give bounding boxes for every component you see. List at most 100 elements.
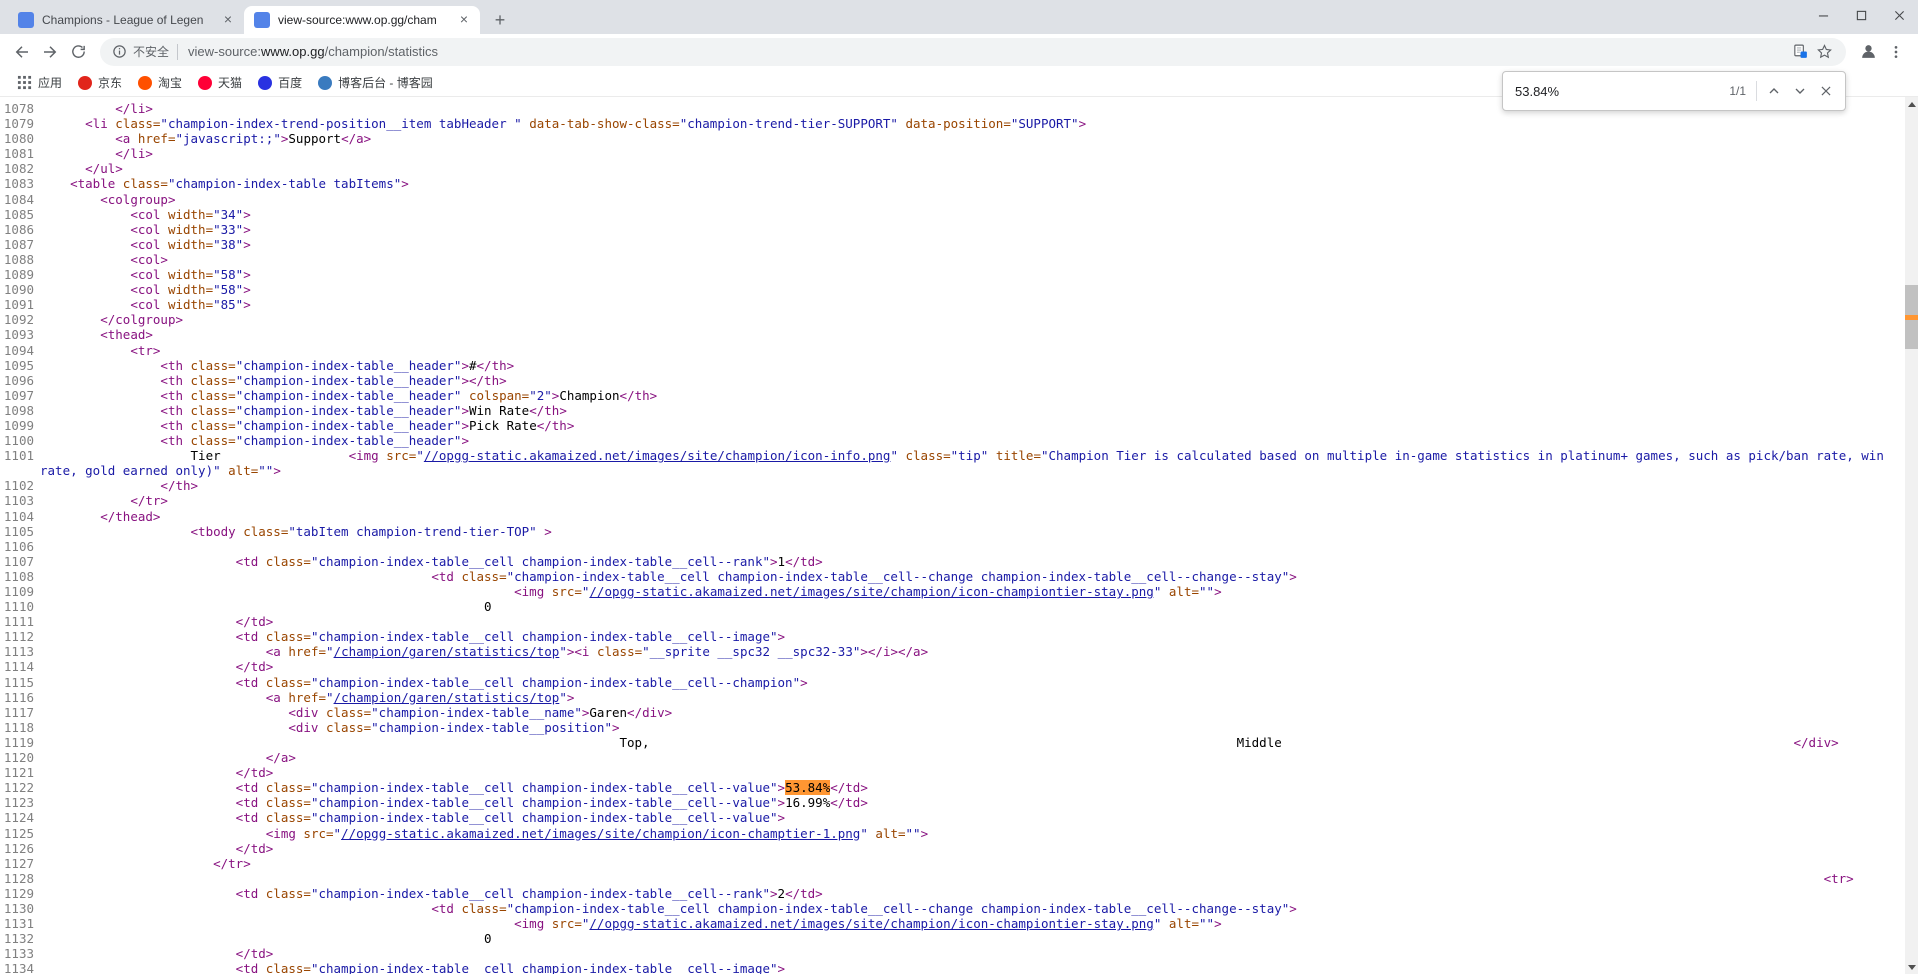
source-token: <td xyxy=(236,886,259,901)
source-line: 1128 xyxy=(0,871,1905,886)
tab-close-icon[interactable]: × xyxy=(456,12,472,28)
bookmark-item[interactable]: 天猫 xyxy=(191,71,249,95)
source-token xyxy=(258,810,266,825)
reload-button[interactable] xyxy=(64,38,92,66)
forward-button[interactable] xyxy=(36,38,64,66)
find-match-count: 1/1 xyxy=(1729,84,1746,98)
line-number: 1106 xyxy=(0,539,40,554)
line-content: <td class="champion-index-table__cell ch… xyxy=(40,961,1905,974)
line-number: 1127 xyxy=(0,856,40,871)
line-content: Tier <img src="//opgg-static.akamaized.n… xyxy=(40,448,1905,478)
source-token: "champion-index-table__cell champion-ind… xyxy=(311,961,778,974)
source-token xyxy=(183,358,191,373)
source-whitespace xyxy=(40,810,236,825)
minimize-button[interactable] xyxy=(1804,0,1842,30)
source-token: <col xyxy=(130,282,160,297)
source-token: </th> xyxy=(477,358,515,373)
source-code: 1078 </li>1079 <li class="champion-index… xyxy=(0,97,1905,974)
source-whitespace xyxy=(40,886,236,901)
source-token: class= xyxy=(266,795,311,810)
line-content: <td class="champion-index-table__cell ch… xyxy=(40,675,1905,690)
source-token: Support xyxy=(288,131,341,146)
source-token xyxy=(544,916,552,931)
source-token: "champion-index-table__cell champion-ind… xyxy=(311,795,778,810)
tab-close-icon[interactable]: × xyxy=(220,12,236,28)
source-token: Tier xyxy=(191,448,221,463)
source-whitespace xyxy=(40,705,288,720)
tab-view-source[interactable]: view-source:www.op.gg/cham × xyxy=(244,6,480,34)
source-whitespace xyxy=(40,358,160,373)
source-token: class= xyxy=(266,886,311,901)
source-whitespace xyxy=(40,659,236,674)
source-token: class= xyxy=(326,705,371,720)
source-whitespace xyxy=(40,101,115,116)
source-token: <td xyxy=(431,901,454,916)
source-whitespace xyxy=(40,569,431,584)
source-token: <td xyxy=(431,569,454,584)
bookmark-item[interactable]: 百度 xyxy=(251,71,309,95)
info-icon[interactable] xyxy=(112,44,127,59)
source-line: 1113 <a href="/champion/garen/statistics… xyxy=(0,644,1905,659)
url-text[interactable]: view-source:www.op.gg/champion/statistic… xyxy=(188,44,438,59)
address-bar[interactable]: 不安全 view-source:www.op.gg/champion/stati… xyxy=(100,38,1846,66)
source-link[interactable]: //opgg-static.akamaized.net/images/site/… xyxy=(589,916,1153,931)
source-token: class= xyxy=(461,569,506,584)
line-number: 1130 xyxy=(0,901,40,916)
maximize-button[interactable] xyxy=(1842,0,1880,30)
apps-shortcut[interactable]: 应用 xyxy=(10,71,69,95)
new-tab-button[interactable]: + xyxy=(486,6,514,34)
page-content: 1078 </li>1079 <li class="champion-index… xyxy=(0,97,1918,974)
profile-avatar-icon[interactable] xyxy=(1854,38,1882,66)
bookmark-item[interactable]: 淘宝 xyxy=(131,71,189,95)
find-query-input[interactable]: 53.84% xyxy=(1515,84,1721,99)
source-token: "champion-index-table__cell champion-ind… xyxy=(311,629,778,644)
line-content: <th class="champion-index-table__header"… xyxy=(40,358,1905,373)
bookmark-star-icon[interactable] xyxy=(1812,40,1836,64)
translate-icon[interactable] xyxy=(1788,40,1812,64)
source-token: > xyxy=(778,961,786,974)
close-window-button[interactable] xyxy=(1880,0,1918,30)
scrollbar[interactable] xyxy=(1905,97,1918,974)
line-number: 1096 xyxy=(0,373,40,388)
source-token: width= xyxy=(168,297,213,312)
source-token: colspan= xyxy=(469,388,529,403)
url-path: /champion/statistics xyxy=(325,44,438,59)
source-link[interactable]: /champion/garen/statistics/top xyxy=(334,690,560,705)
source-whitespace xyxy=(40,916,514,931)
source-token: "champion-index-table__cell champion-ind… xyxy=(311,675,800,690)
line-content: <colgroup> xyxy=(40,192,1905,207)
source-token xyxy=(183,373,191,388)
source-token: </colgroup> xyxy=(100,312,183,327)
source-whitespace xyxy=(40,448,191,463)
bookmark-item[interactable]: 博客后台 - 博客园 xyxy=(311,71,440,95)
find-next-button[interactable] xyxy=(1787,78,1813,104)
tab-champions[interactable]: Champions - League of Legen × xyxy=(8,6,244,34)
find-close-button[interactable] xyxy=(1813,78,1839,104)
line-number: 1125 xyxy=(0,826,40,841)
source-token: width= xyxy=(168,207,213,222)
back-button[interactable] xyxy=(8,38,36,66)
source-token: > xyxy=(800,675,808,690)
bookmark-favicon xyxy=(78,76,92,90)
source-link[interactable]: //opgg-static.akamaized.net/images/site/… xyxy=(589,584,1153,599)
source-token xyxy=(544,584,552,599)
source-token: class= xyxy=(597,644,642,659)
source-line: 1134 <td class="champion-index-table__ce… xyxy=(0,961,1905,974)
menu-kebab-icon[interactable] xyxy=(1882,38,1910,66)
scroll-down-arrow[interactable] xyxy=(1905,960,1918,974)
source-line: 1097 <th class="champion-index-table__he… xyxy=(0,388,1905,403)
line-number: 1119 xyxy=(0,735,40,750)
bookmark-item[interactable]: 京东 xyxy=(71,71,129,95)
source-link[interactable]: //opgg-static.akamaized.net/images/site/… xyxy=(341,826,860,841)
line-content: <th class="champion-index-table__header"… xyxy=(40,373,1905,388)
source-token: </td> xyxy=(236,765,274,780)
source-link[interactable]: /champion/garen/statistics/top xyxy=(334,644,560,659)
source-token: > xyxy=(770,886,778,901)
find-previous-button[interactable] xyxy=(1761,78,1787,104)
source-whitespace xyxy=(40,856,213,871)
scroll-up-arrow[interactable] xyxy=(1905,97,1918,111)
source-link[interactable]: //opgg-static.akamaized.net/images/site/… xyxy=(424,448,891,463)
source-line: 1125 <img src="//opgg-static.akamaized.n… xyxy=(0,826,1905,841)
source-token: </th> xyxy=(620,388,658,403)
security-label[interactable]: 不安全 xyxy=(133,43,169,60)
